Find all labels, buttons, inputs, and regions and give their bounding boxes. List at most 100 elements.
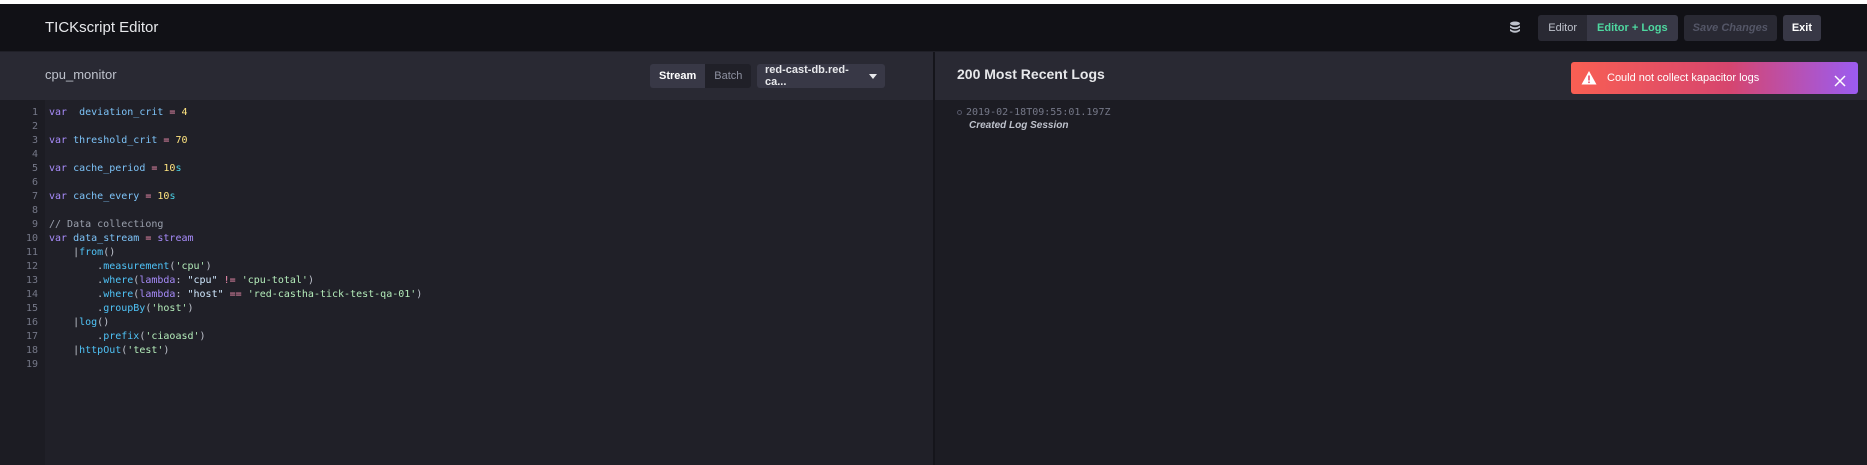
editor-pane: cpu_monitor Stream Batch red-cast-db.red… — [0, 52, 933, 465]
code-token: = — [139, 191, 158, 202]
line-number: 18 — [25, 345, 38, 356]
line-number: 16 — [25, 317, 38, 328]
code-line[interactable]: var data_stream = stream — [49, 232, 194, 246]
code-line[interactable]: var cache_period = 10s — [49, 162, 181, 176]
line-number: 15 — [25, 303, 38, 314]
log-timestamp: 2019-02-18T09:55:01.197Z — [966, 107, 1111, 118]
code-token: () — [97, 317, 110, 328]
code-token: from — [79, 247, 104, 258]
code-token: ) — [416, 289, 423, 300]
code-token: "host" — [187, 289, 224, 300]
code-token: = — [139, 233, 158, 244]
code-token: lambda — [139, 275, 176, 286]
code-lines: 1 var deviation_crit = 4 2 3 var threshold_c… — [0, 100, 933, 465]
code-line[interactable]: |log() — [49, 316, 109, 330]
database-icon[interactable] — [1502, 15, 1528, 41]
code-token: "cpu" — [187, 275, 218, 286]
code-line[interactable]: |httpOut('test') — [49, 344, 169, 358]
code-token: measurement — [103, 261, 170, 272]
log-message: Created Log Session — [969, 120, 1069, 131]
code-token: httpOut — [79, 345, 122, 356]
code-token: 'test' — [127, 345, 164, 356]
close-icon[interactable] — [1834, 72, 1846, 87]
code-token: cache_period — [73, 163, 146, 174]
stream-toggle-button[interactable]: Stream — [650, 64, 706, 88]
code-line[interactable]: .where(lambda: "host" == 'red-castha-tic… — [49, 288, 422, 302]
code-token: prefix — [103, 331, 140, 342]
code-line[interactable]: .where(lambda: "cpu" != 'cpu-total') — [49, 274, 314, 288]
code-line[interactable]: |from() — [49, 246, 115, 260]
line-number: 2 — [31, 121, 38, 132]
code-token: var — [49, 191, 74, 202]
code-token: where — [103, 289, 134, 300]
code-line[interactable]: .prefix('ciaoasd') — [49, 330, 205, 344]
code-token: s — [175, 163, 182, 174]
code-token: var — [49, 135, 74, 146]
code-token: 'red-castha-tick-test-qa-01' — [247, 289, 417, 300]
line-number: 13 — [25, 275, 38, 286]
line-number: 8 — [31, 205, 38, 216]
line-number: 1 — [31, 107, 38, 118]
code-token: var — [49, 107, 74, 118]
log-level-dot-icon — [957, 110, 962, 115]
line-number: 7 — [31, 191, 38, 202]
code-token: | — [49, 247, 80, 258]
line-number: 14 — [25, 289, 38, 300]
logs-title: 200 Most Recent Logs — [957, 66, 1105, 82]
code-token: | — [49, 317, 80, 328]
code-token: = — [157, 135, 176, 146]
code-line[interactable]: .measurement('cpu') — [49, 260, 211, 274]
code-line[interactable]: var cache_every = 10s — [49, 190, 175, 204]
editor-logs-view-button[interactable]: Editor + Logs — [1587, 15, 1678, 41]
code-token: log — [79, 317, 98, 328]
page-title: TICKscript Editor — [45, 19, 159, 36]
line-number: 19 — [25, 359, 38, 370]
code-token: 70 — [175, 135, 188, 146]
line-number: 4 — [31, 149, 38, 160]
line-number: 5 — [31, 163, 38, 174]
code-token: 'cpu-total' — [241, 275, 308, 286]
code-token: groupBy — [103, 303, 146, 314]
code-token: deviation_crit — [73, 107, 164, 118]
notification-text: Could not collect kapacitor logs — [1607, 72, 1760, 84]
script-name[interactable]: cpu_monitor — [45, 67, 117, 82]
code-token: . — [49, 261, 104, 272]
layout-toggle: Editor Editor + Logs — [1538, 15, 1678, 41]
log-entry: 2019-02-18T09:55:01.197Z Created Log Ses… — [957, 107, 1111, 131]
code-token: . — [49, 303, 104, 314]
error-notification: Could not collect kapacitor logs — [1571, 62, 1858, 94]
line-number: 3 — [31, 135, 38, 146]
code-token: ) — [187, 303, 194, 314]
line-number: 9 — [31, 219, 38, 230]
editor-view-button[interactable]: Editor — [1538, 15, 1588, 41]
exit-button[interactable]: Exit — [1782, 15, 1821, 41]
batch-toggle-button[interactable]: Batch — [705, 64, 752, 88]
database-dropdown[interactable]: red-cast-db.red-ca... — [757, 64, 885, 88]
page-header: TICKscript Editor Editor Editor + Logs S… — [0, 4, 1867, 52]
save-changes-button[interactable]: Save Changes — [1683, 15, 1777, 41]
code-line[interactable]: var threshold_crit = 70 — [49, 134, 188, 148]
task-type-toggle: Stream Batch — [650, 64, 752, 88]
code-token: data_stream — [73, 233, 140, 244]
code-token: . — [49, 289, 104, 300]
editor-header: cpu_monitor Stream Batch red-cast-db.red… — [0, 52, 933, 100]
code-line[interactable]: // Data collectiong — [49, 218, 163, 232]
code-line[interactable]: .groupBy('host') — [49, 302, 194, 316]
line-number: 6 — [31, 177, 38, 188]
code-token: 10 — [157, 191, 170, 202]
code-token: stream — [157, 233, 194, 244]
app-root: TICKscript Editor Editor Editor + Logs S… — [0, 0, 1867, 465]
line-number: 12 — [25, 261, 38, 272]
code-token: : — [175, 275, 188, 286]
code-token: () — [103, 247, 116, 258]
code-token: ) — [307, 275, 314, 286]
code-token: = — [145, 163, 164, 174]
logs-pane: 200 Most Recent Logs 2019-02-18T09:55:01… — [935, 52, 1867, 465]
log-timestamp-row: 2019-02-18T09:55:01.197Z — [957, 107, 1111, 118]
code-token: . — [49, 331, 104, 342]
code-token: 'ciaoasd' — [145, 331, 200, 342]
code-token: ) — [163, 345, 170, 356]
line-number: 11 — [25, 247, 38, 258]
code-token: != — [217, 275, 242, 286]
code-line[interactable]: var deviation_crit = 4 — [49, 106, 188, 120]
